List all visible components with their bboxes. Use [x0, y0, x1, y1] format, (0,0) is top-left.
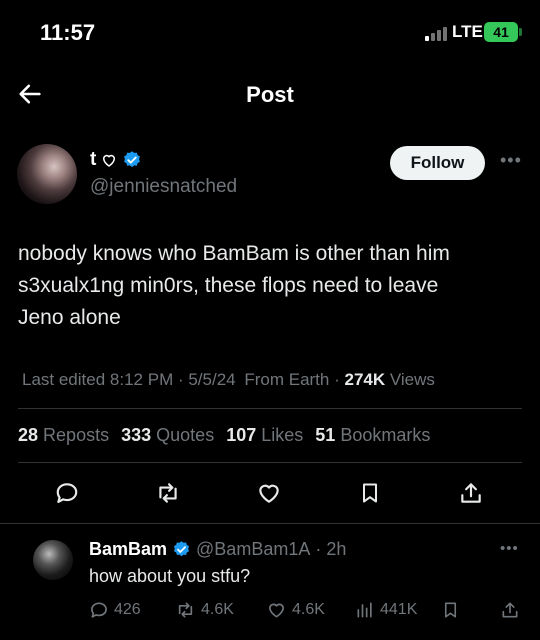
reposts-stat[interactable]: 28 Reposts — [18, 425, 109, 446]
bookmark-icon[interactable] — [355, 478, 385, 508]
author-avatar[interactable] — [17, 144, 77, 204]
reply-separator: · — [315, 539, 322, 559]
likes-count: 107 — [226, 425, 257, 445]
reposts-count: 28 — [18, 425, 39, 445]
views-icon — [357, 602, 372, 618]
share-icon[interactable] — [456, 478, 486, 508]
battery-icon: 41 — [484, 22, 518, 42]
quotes-count: 333 — [121, 425, 152, 445]
more-icon[interactable]: ••• — [500, 150, 522, 171]
reply-reposts-count: 4.6K — [201, 601, 234, 618]
reply-views-count: 441K — [380, 601, 418, 618]
repost-icon[interactable] — [153, 478, 183, 508]
quotes-label: Quotes — [156, 425, 215, 445]
post-stats: 28 Reposts 333 Quotes 107 Likes 51 Bookm… — [18, 425, 430, 446]
bookmarks-label: Bookmarks — [340, 425, 431, 445]
reply-reply-button[interactable]: 426 — [89, 600, 141, 620]
bookmark-icon — [444, 602, 457, 618]
likes-stat[interactable]: 107 Likes — [226, 425, 303, 446]
reply-header: BamBam @BamBam1A · 2h — [89, 539, 346, 560]
author-name-text: t — [90, 149, 97, 170]
divider — [0, 523, 540, 524]
verified-badge-icon — [124, 151, 141, 168]
views-count: 274K — [344, 370, 386, 389]
repost-icon — [178, 602, 193, 618]
reply-share-button[interactable] — [500, 600, 520, 620]
views-label: Views — [389, 370, 435, 389]
more-icon[interactable]: ••• — [500, 540, 519, 557]
reply-time: 2h — [326, 539, 347, 559]
post-location: From Earth — [244, 370, 330, 389]
author-display-name[interactable]: t — [90, 149, 142, 171]
network-type: LTE — [452, 22, 483, 41]
reply-views-button[interactable]: 441K — [355, 600, 417, 620]
bookmarks-stat[interactable]: 51 Bookmarks — [315, 425, 430, 446]
page-title: Post — [246, 82, 294, 107]
follow-button[interactable]: Follow — [390, 146, 485, 180]
divider — [18, 408, 522, 409]
like-icon — [269, 603, 284, 618]
verified-badge-icon — [174, 541, 190, 557]
edited-label[interactable]: Last edited — [22, 370, 105, 389]
bookmarks-count: 51 — [315, 425, 336, 445]
reply-likes-count: 4.6K — [292, 601, 325, 618]
author-handle[interactable]: @jenniesnatched — [90, 176, 237, 198]
reply-icon — [91, 602, 107, 618]
post-date: 5/5/24 — [188, 370, 236, 389]
reply-replies-count: 426 — [114, 601, 141, 618]
divider — [18, 462, 522, 463]
post-meta: Last edited 8:12 PM · 5/5/24 From Earth … — [22, 370, 435, 389]
reply-icon[interactable] — [52, 478, 82, 508]
reply-like-button[interactable]: 4.6K — [266, 600, 325, 620]
like-icon[interactable] — [254, 478, 284, 508]
reply-handle[interactable]: @BamBam1A — [196, 539, 310, 560]
post-time: 8:12 PM — [109, 370, 174, 389]
battery-level: 41 — [493, 24, 509, 40]
reply-text: how about you stfu? — [89, 566, 251, 586]
quotes-stat[interactable]: 333 Quotes — [121, 425, 214, 446]
reply-display-name[interactable]: BamBam — [89, 539, 167, 560]
reply-repost-button[interactable]: 4.6K — [175, 600, 234, 620]
likes-label: Likes — [261, 425, 304, 445]
reply-avatar[interactable] — [33, 540, 73, 580]
signal-strength-icon — [425, 27, 447, 41]
reposts-label: Reposts — [43, 425, 110, 445]
share-icon — [502, 602, 518, 618]
battery-tip — [519, 28, 522, 36]
status-time: 11:57 — [40, 20, 96, 45]
post-text: nobody knows who BamBam is other than hi… — [18, 242, 450, 329]
heart-emoji-icon — [103, 154, 116, 167]
reply-bookmark-button[interactable] — [441, 600, 460, 620]
